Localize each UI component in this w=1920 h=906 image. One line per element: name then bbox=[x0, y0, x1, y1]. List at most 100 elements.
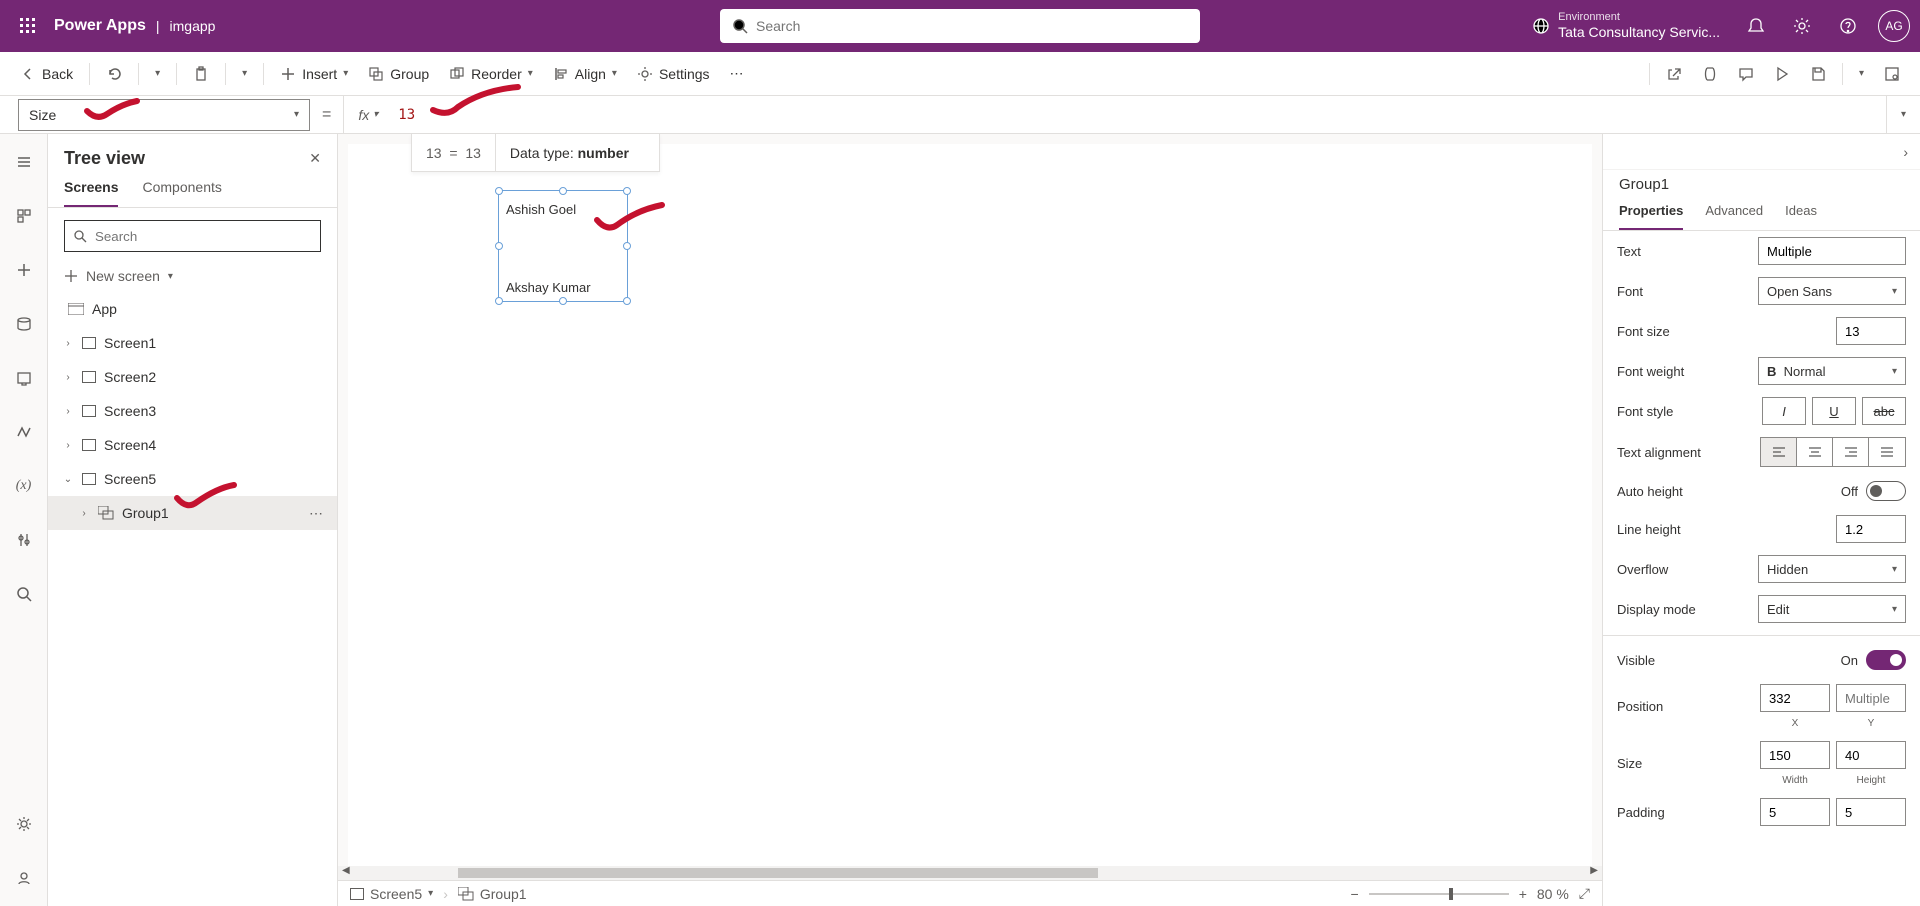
new-screen-button[interactable]: New screen▾ bbox=[48, 260, 337, 292]
tree-item-group1[interactable]: › Group1 ⋯ bbox=[48, 496, 337, 530]
resize-handle[interactable] bbox=[559, 297, 567, 305]
align-right-button[interactable] bbox=[1833, 438, 1869, 466]
checker-button[interactable] bbox=[1694, 56, 1726, 92]
italic-button[interactable]: I bbox=[1762, 397, 1806, 425]
rail-variables-icon[interactable]: (x) bbox=[6, 468, 42, 504]
prop-fontweight-select[interactable]: B Normal▾ bbox=[1758, 357, 1906, 385]
group-button[interactable]: Group bbox=[360, 56, 437, 92]
rail-treeview-icon[interactable] bbox=[6, 198, 42, 234]
resize-handle[interactable] bbox=[559, 187, 567, 195]
tree-item-screen2[interactable]: ›Screen2 bbox=[48, 360, 337, 394]
canvas[interactable]: Ashish Goel Akshay Kumar bbox=[348, 144, 1592, 866]
back-button[interactable]: Back bbox=[12, 56, 81, 92]
rail-virtual-agent-icon[interactable] bbox=[6, 860, 42, 896]
rail-settings-icon[interactable] bbox=[6, 806, 42, 842]
resize-handle[interactable] bbox=[495, 187, 503, 195]
fit-screen-icon[interactable]: ⤢ bbox=[1579, 885, 1590, 902]
prop-size-w-input[interactable] bbox=[1760, 741, 1830, 769]
rail-hamburger-icon[interactable] bbox=[6, 144, 42, 180]
resize-handle[interactable] bbox=[495, 242, 503, 250]
rail-data-icon[interactable] bbox=[6, 306, 42, 342]
formula-input[interactable] bbox=[388, 96, 1886, 133]
props-tab-ideas[interactable]: Ideas bbox=[1785, 203, 1817, 230]
resize-handle[interactable] bbox=[623, 297, 631, 305]
prop-pos-x-input[interactable] bbox=[1760, 684, 1830, 712]
property-selector[interactable]: Size▾ bbox=[18, 99, 310, 131]
save-button[interactable] bbox=[1802, 56, 1834, 92]
tab-screens[interactable]: Screens bbox=[64, 179, 118, 207]
notifications-icon[interactable] bbox=[1734, 4, 1778, 48]
props-tab-advanced[interactable]: Advanced bbox=[1705, 203, 1763, 230]
prop-pad-a-input[interactable] bbox=[1760, 798, 1830, 826]
prop-visible-toggle[interactable] bbox=[1866, 650, 1906, 670]
zoom-slider[interactable] bbox=[1369, 893, 1509, 895]
more-button[interactable]: ⋯ bbox=[722, 56, 752, 92]
tab-components[interactable]: Components bbox=[142, 179, 221, 207]
prop-size-h-input[interactable] bbox=[1836, 741, 1906, 769]
settings-button[interactable]: Settings bbox=[629, 56, 718, 92]
comments-button[interactable] bbox=[1730, 56, 1762, 92]
undo-dropdown[interactable]: ▾ bbox=[147, 56, 168, 92]
save-dropdown[interactable]: ▾ bbox=[1851, 56, 1872, 92]
align-button[interactable]: Align▾ bbox=[545, 56, 625, 92]
tree-search[interactable] bbox=[64, 220, 321, 252]
props-tab-properties[interactable]: Properties bbox=[1619, 203, 1683, 230]
rail-insert-icon[interactable] bbox=[6, 252, 42, 288]
tree-item-app[interactable]: App bbox=[48, 292, 337, 326]
prop-displaymode-select[interactable]: Edit▾ bbox=[1758, 595, 1906, 623]
settings-icon[interactable] bbox=[1780, 4, 1824, 48]
prop-font-select[interactable]: Open Sans▾ bbox=[1758, 277, 1906, 305]
prop-lineheight-input[interactable] bbox=[1836, 515, 1906, 543]
rail-search-icon[interactable] bbox=[6, 576, 42, 612]
strike-button[interactable]: abc bbox=[1862, 397, 1906, 425]
tree-item-screen5[interactable]: ⌄Screen5 bbox=[48, 462, 337, 496]
align-justify-button[interactable] bbox=[1869, 438, 1905, 466]
zoom-out-button[interactable]: − bbox=[1351, 886, 1359, 902]
user-avatar[interactable]: AG bbox=[1878, 10, 1910, 42]
tree-search-input[interactable] bbox=[95, 229, 312, 244]
underline-button[interactable]: U bbox=[1812, 397, 1856, 425]
global-search[interactable] bbox=[720, 9, 1200, 43]
help-icon[interactable] bbox=[1826, 4, 1870, 48]
fx-button[interactable]: fx▾ bbox=[343, 96, 388, 133]
h-scrollbar[interactable]: ◀ ▶ bbox=[338, 866, 1602, 880]
props-next-icon[interactable]: › bbox=[1903, 144, 1908, 160]
resize-handle[interactable] bbox=[495, 297, 503, 305]
waffle-icon[interactable] bbox=[10, 8, 46, 44]
h-scrollbar-thumb[interactable] bbox=[458, 868, 1098, 878]
prop-autoheight-toggle[interactable] bbox=[1866, 481, 1906, 501]
prop-overflow-select[interactable]: Hidden▾ bbox=[1758, 555, 1906, 583]
prop-text-input[interactable] bbox=[1758, 237, 1906, 265]
resize-handle[interactable] bbox=[623, 242, 631, 250]
prop-pos-y-input[interactable] bbox=[1836, 684, 1906, 712]
insert-button[interactable]: Insert▾ bbox=[272, 56, 356, 92]
tree-item-screen3[interactable]: ›Screen3 bbox=[48, 394, 337, 428]
zoom-in-button[interactable]: + bbox=[1519, 886, 1527, 902]
undo-button[interactable] bbox=[98, 56, 130, 92]
tree-item-more-icon[interactable]: ⋯ bbox=[309, 505, 325, 522]
reorder-button[interactable]: Reorder▾ bbox=[441, 56, 541, 92]
canvas-label-1[interactable]: Ashish Goel bbox=[506, 202, 576, 217]
breadcrumb-group[interactable]: Group1 bbox=[458, 886, 527, 902]
resize-handle[interactable] bbox=[623, 187, 631, 195]
canvas-label-2[interactable]: Akshay Kumar bbox=[506, 280, 591, 295]
publish-button[interactable] bbox=[1876, 56, 1908, 92]
prop-fontsize-input[interactable] bbox=[1836, 317, 1906, 345]
tree-item-screen4[interactable]: ›Screen4 bbox=[48, 428, 337, 462]
rail-tools-icon[interactable] bbox=[6, 522, 42, 558]
paste-dropdown[interactable]: ▾ bbox=[234, 56, 255, 92]
tree-close-icon[interactable]: ✕ bbox=[309, 150, 321, 167]
rail-media-icon[interactable] bbox=[6, 360, 42, 396]
global-search-input[interactable] bbox=[756, 18, 1188, 34]
align-center-button[interactable] bbox=[1797, 438, 1833, 466]
share-button[interactable] bbox=[1658, 56, 1690, 92]
paste-button[interactable] bbox=[185, 56, 217, 92]
environment-picker[interactable]: Environment Tata Consultancy Servic... bbox=[1532, 11, 1720, 41]
breadcrumb-screen[interactable]: Screen5▾ bbox=[350, 886, 433, 902]
play-button[interactable] bbox=[1766, 56, 1798, 92]
expand-formula-button[interactable]: ▾ bbox=[1886, 96, 1920, 133]
prop-pad-b-input[interactable] bbox=[1836, 798, 1906, 826]
tree-item-screen1[interactable]: ›Screen1 bbox=[48, 326, 337, 360]
rail-flows-icon[interactable] bbox=[6, 414, 42, 450]
align-left-button[interactable] bbox=[1761, 438, 1797, 466]
